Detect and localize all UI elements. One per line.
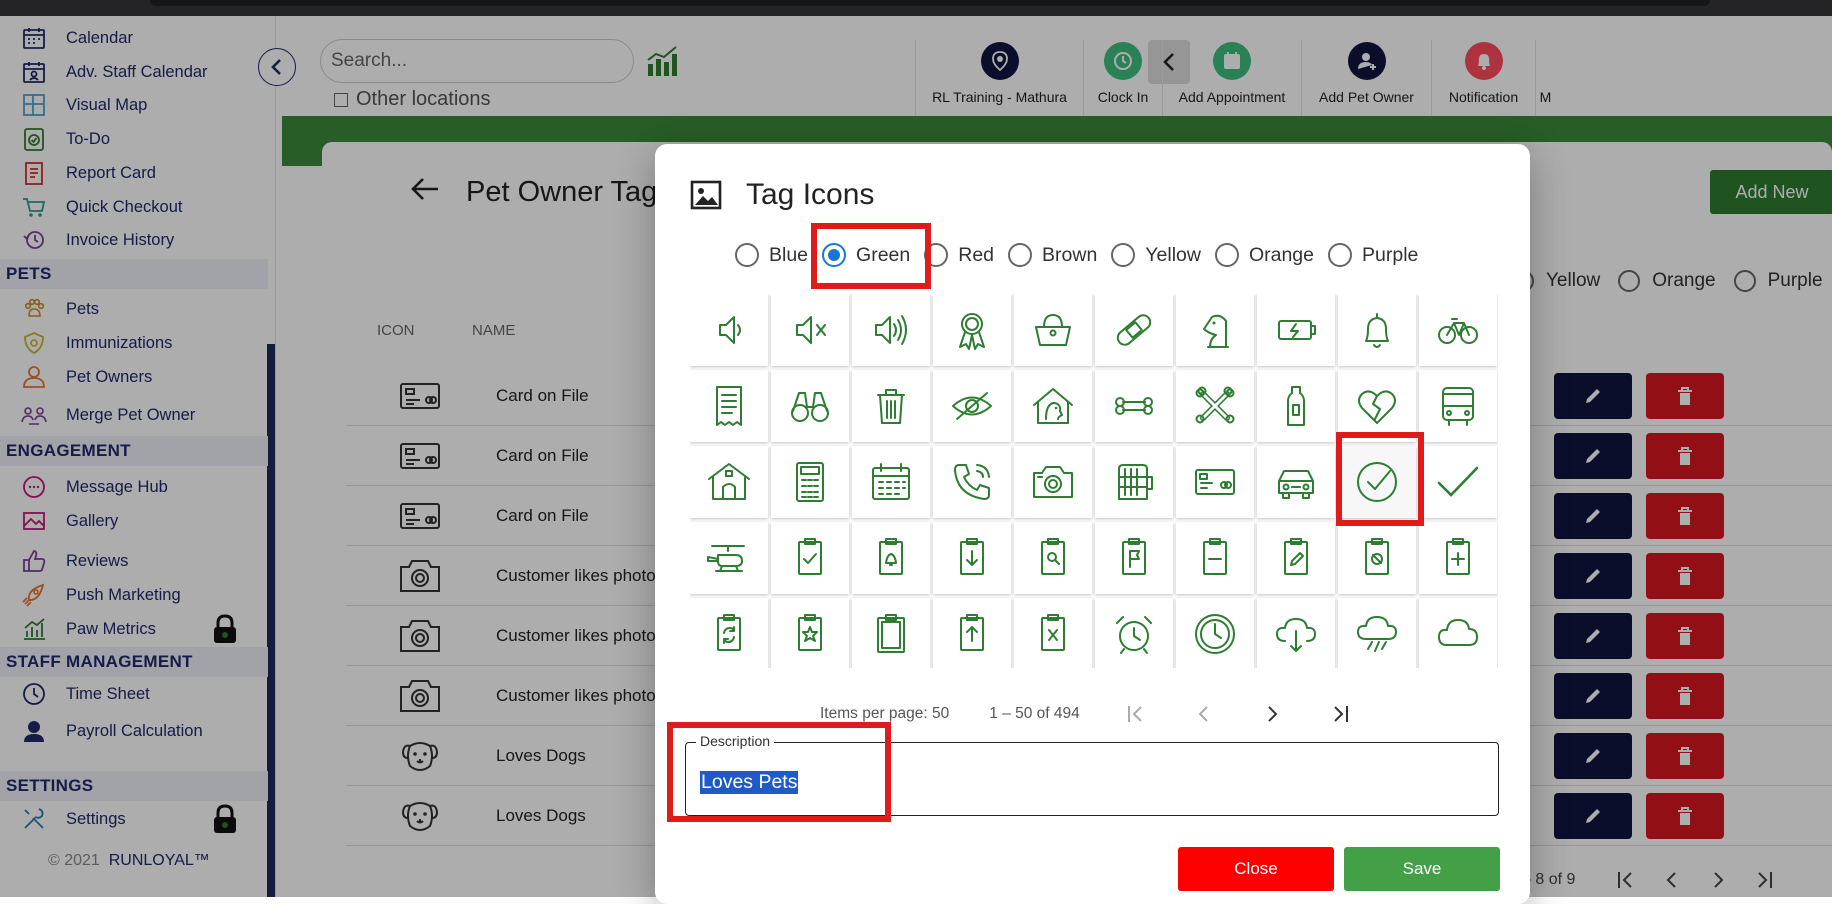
clipboard-upload-icon[interactable] — [933, 598, 1011, 668]
calendar-icon[interactable] — [852, 446, 930, 518]
clock-icon[interactable] — [1176, 598, 1254, 668]
cloud-icon[interactable] — [1419, 598, 1497, 668]
receipt-icon[interactable] — [690, 370, 768, 442]
color-option-red[interactable]: Red — [924, 243, 994, 267]
cloud-storm-icon[interactable] — [1338, 598, 1416, 668]
color-option-label: Blue — [769, 243, 809, 266]
icon-pagination: Items per page: 50 1 – 50 of 494 — [820, 702, 1352, 726]
last-page-button[interactable] — [1328, 702, 1352, 726]
award-ribbon-icon[interactable] — [933, 294, 1011, 366]
dialog-title-text: Tag Icons — [746, 178, 875, 211]
dog-house-icon[interactable] — [1014, 370, 1092, 442]
bandage-icon[interactable] — [1095, 294, 1173, 366]
clipboard-search-icon[interactable] — [1014, 522, 1092, 594]
kennel-crate-icon[interactable] — [1095, 446, 1173, 518]
binoculars-icon[interactable] — [771, 370, 849, 442]
check-icon[interactable] — [1419, 446, 1497, 518]
alarm-clock-icon[interactable] — [1095, 598, 1173, 668]
eye-off-icon[interactable] — [933, 370, 1011, 442]
first-page-icon — [1127, 706, 1142, 722]
bicycle-icon[interactable] — [1419, 294, 1497, 366]
highlight-green-option — [811, 223, 931, 289]
bell-icon[interactable] — [1338, 294, 1416, 366]
color-option-blue[interactable]: Blue — [735, 243, 808, 267]
clipboard-flag-icon[interactable] — [1095, 522, 1173, 594]
first-page-button[interactable] — [1124, 702, 1148, 726]
camera-icon[interactable] — [1014, 446, 1092, 518]
clipboard-block-icon[interactable] — [1338, 522, 1416, 594]
next-page-button[interactable] — [1260, 702, 1284, 726]
trash-icon[interactable] — [852, 370, 930, 442]
handbag-icon[interactable] — [1014, 294, 1092, 366]
radio-button[interactable] — [1008, 243, 1033, 267]
speaker-mute-icon[interactable] — [771, 294, 849, 366]
radio-button[interactable] — [1214, 243, 1239, 267]
speaker-low-icon[interactable] — [690, 294, 768, 366]
clipboard-download-icon[interactable] — [933, 522, 1011, 594]
dog-kennel-icon[interactable] — [690, 446, 768, 518]
close-button[interactable]: Close — [1178, 847, 1334, 891]
color-option-yellow[interactable]: Yellow — [1111, 243, 1201, 267]
color-option-label: Purple — [1362, 243, 1419, 266]
highlight-selected-icon — [1336, 432, 1424, 526]
radio-button[interactable] — [1111, 243, 1136, 267]
dialog-title: Tag Icons — [690, 178, 874, 212]
speaker-loud-icon[interactable] — [852, 294, 930, 366]
color-option-label: Brown — [1042, 243, 1098, 266]
calculator-icon[interactable] — [771, 446, 849, 518]
bone-icon[interactable] — [1095, 370, 1173, 442]
clipboard-icon[interactable] — [852, 598, 930, 668]
items-per-page-label: Items per page: — [820, 705, 928, 722]
clipboard-star-icon[interactable] — [771, 598, 849, 668]
phone-call-icon[interactable] — [933, 446, 1011, 518]
clipboard-sync-icon[interactable] — [690, 598, 768, 668]
radio-button[interactable] — [735, 243, 759, 267]
clipboard-edit-icon[interactable] — [1257, 522, 1335, 594]
cloud-download-icon[interactable] — [1257, 598, 1335, 668]
color-option-label: Yellow — [1145, 243, 1201, 266]
prev-page-icon — [1198, 706, 1208, 722]
items-per-page-value[interactable]: 50 — [932, 705, 949, 723]
battery-charging-icon[interactable] — [1257, 294, 1335, 366]
bus-icon[interactable] — [1419, 370, 1497, 442]
clipboard-plus-icon[interactable] — [1419, 522, 1497, 594]
clipboard-minus-icon[interactable] — [1176, 522, 1254, 594]
next-page-icon — [1268, 706, 1278, 722]
last-page-icon — [1334, 706, 1348, 722]
crossbones-icon[interactable] — [1176, 370, 1254, 442]
credit-card-icon[interactable] — [1176, 446, 1254, 518]
helicopter-icon[interactable] — [690, 522, 768, 594]
bottle-icon[interactable] — [1257, 370, 1335, 442]
color-option-purple[interactable]: Purple — [1328, 243, 1418, 267]
color-option-brown[interactable]: Brown — [1008, 243, 1097, 267]
clipboard-x-icon[interactable] — [1014, 598, 1092, 668]
clipboard-check-icon[interactable] — [771, 522, 849, 594]
image-icon — [690, 180, 722, 210]
pagination-range: 1 – 50 of 494 — [989, 705, 1080, 722]
save-button[interactable]: Save — [1344, 847, 1500, 891]
horse-chess-icon[interactable] — [1176, 294, 1254, 366]
car-icon[interactable] — [1257, 446, 1335, 518]
color-option-orange[interactable]: Orange — [1214, 243, 1314, 267]
color-option-label: Orange — [1248, 243, 1314, 266]
color-option-label: Red — [958, 243, 995, 266]
radio-button[interactable] — [1328, 243, 1352, 267]
clipboard-bell-icon[interactable] — [852, 522, 930, 594]
prev-page-button[interactable] — [1192, 702, 1216, 726]
highlight-description — [667, 722, 891, 822]
